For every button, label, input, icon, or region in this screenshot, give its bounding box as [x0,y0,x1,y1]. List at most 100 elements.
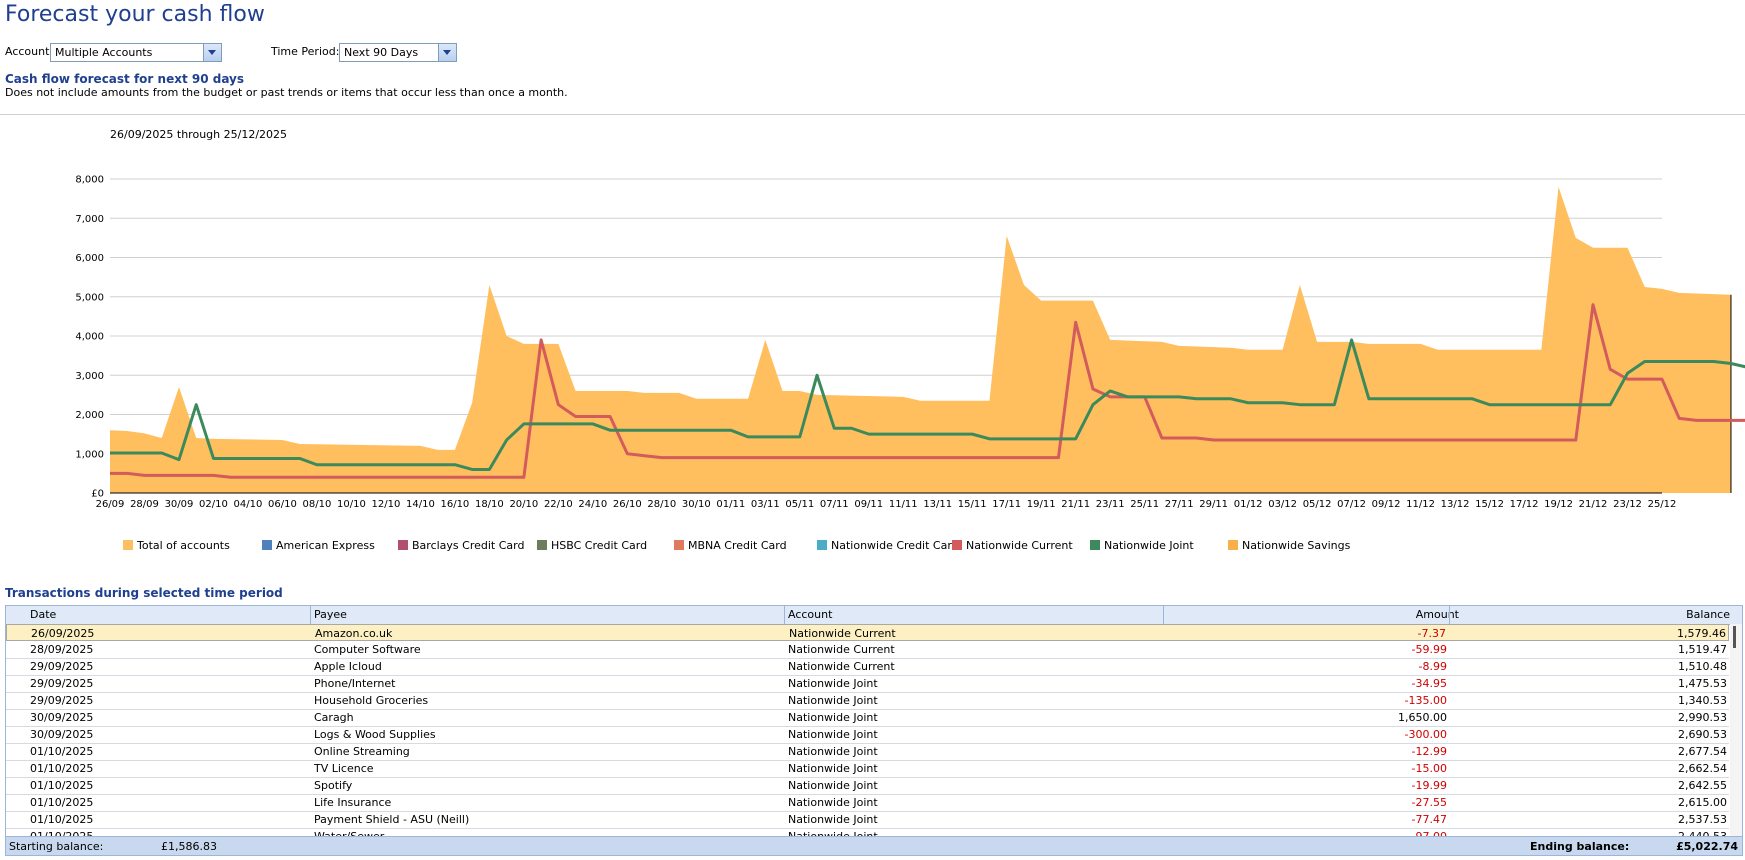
column-divider [784,606,785,624]
x-tick-label: 01/11 [716,499,745,510]
cell-payee: Online Streaming [314,745,410,758]
cell-date: 26/09/2025 [31,627,95,640]
x-tick-label: 20/10 [509,499,538,510]
legend-swatch [952,540,962,550]
cell-balance: 2,537.53 [1678,813,1727,826]
column-header-balance[interactable]: Balance [1686,608,1730,621]
cell-account: Nationwide Joint [788,694,878,707]
column-header-date[interactable]: Date [30,608,56,621]
cell-account: Nationwide Current [788,643,895,656]
cell-amount: 1,650.00 [1398,711,1447,724]
cell-amount: -15.00 [1411,762,1447,775]
x-tick-label: 30/10 [682,499,711,510]
cell-balance: 2,615.00 [1678,796,1727,809]
x-tick-label: 21/11 [1061,499,1090,510]
account-dropdown-value: Multiple Accounts [55,46,153,59]
cell-payee: Household Groceries [314,694,429,707]
legend-label: Nationwide Credit Card [831,539,959,552]
table-row[interactable]: 30/09/2025 Logs & Wood Supplies Nationwide… [6,726,1729,744]
x-tick-label: 09/11 [854,499,883,510]
cell-amount: -27.55 [1411,796,1447,809]
table-row[interactable]: 26/09/2025 Amazon.co.uk Nationwide Current… [6,624,1729,641]
legend-swatch [123,540,133,550]
x-tick-label: 26/10 [613,499,642,510]
cell-payee: Caragh [314,711,354,724]
column-header-amount[interactable]: Amount [1416,608,1459,621]
y-tick-label: 1,000 [75,449,104,460]
cell-account: Nationwide Joint [788,796,878,809]
column-divider [310,606,311,624]
x-tick-label: 22/10 [544,499,573,510]
x-tick-label: 21/12 [1579,499,1608,510]
transactions-table: Date Payee Account Amount Balance 26/09/… [5,605,1743,837]
x-tick-label: 23/11 [1096,499,1125,510]
transactions-title: Transactions during selected time period [5,586,283,600]
starting-balance-label: Starting balance: [9,840,104,853]
column-header-account[interactable]: Account [788,608,832,621]
cell-amount: -8.99 [1418,660,1447,673]
table-row[interactable]: 28/09/2025 Computer Software Nationwide Cu… [6,641,1729,659]
legend-swatch [262,540,272,550]
cell-account: Nationwide Joint [788,813,878,826]
table-row[interactable]: 29/09/2025 Phone/Internet Nationwide Joint… [6,675,1729,693]
table-row[interactable]: 30/09/2025 Caragh Nationwide Joint 1,650.00… [6,709,1729,727]
forecast-summary-note: Does not include amounts from the budget… [5,86,568,99]
time-period-dropdown-button[interactable] [438,44,456,61]
cell-balance: 1,579.46 [1677,627,1726,640]
cell-balance: 2,990.53 [1678,711,1727,724]
legend-label: Nationwide Current [966,539,1073,552]
x-tick-label: 13/11 [923,499,952,510]
starting-balance-value: £1,586.83 [161,840,217,853]
legend-swatch [817,540,827,550]
column-header-payee[interactable]: Payee [314,608,347,621]
cell-date: 01/10/2025 [30,813,94,826]
cell-amount: -135.00 [1404,694,1447,707]
x-tick-label: 07/11 [820,499,849,510]
cell-date: 29/09/2025 [30,694,94,707]
chart-subtitle: 26/09/2025 through 25/12/2025 [110,130,287,141]
y-tick-label: 6,000 [75,253,104,264]
time-period-dropdown[interactable]: Next 90 Days [339,43,457,62]
x-tick-label: 17/12 [1510,499,1539,510]
cell-account: Nationwide Joint [788,745,878,758]
legend-label: Total of accounts [136,539,230,552]
account-dropdown-button[interactable] [203,44,221,61]
time-period-dropdown-value: Next 90 Days [344,46,419,59]
ending-balance-label: Ending balance: [1530,840,1630,853]
cell-account: Nationwide Joint [788,779,878,792]
x-tick-label: 25/11 [1130,499,1159,510]
cell-balance: 1,475.53 [1678,677,1727,690]
cell-amount: -7.37 [1417,627,1446,640]
table-header: Date Payee Account Amount Balance [6,606,1742,625]
y-tick-label: 8,000 [75,175,104,186]
table-row[interactable]: 29/09/2025 Apple Icloud Nationwide Current… [6,658,1729,676]
forecast-summary-title: Cash flow forecast for next 90 days [5,72,245,86]
table-row[interactable]: 01/10/2025 Spotify Nationwide Joint -19.99 2… [6,777,1729,795]
x-tick-label: 29/11 [1199,499,1228,510]
table-row[interactable]: 01/10/2025 Life Insurance Nationwide Joint… [6,794,1729,812]
table-row[interactable]: 01/10/2025 Payment Shield - ASU (Neill) Na… [6,811,1729,829]
cell-amount: -59.99 [1411,643,1447,656]
legend-swatch [1228,540,1238,550]
x-tick-label: 04/10 [234,499,263,510]
x-tick-label: 06/10 [268,499,297,510]
cell-payee: Phone/Internet [314,677,396,690]
x-tick-label: 10/10 [337,499,366,510]
cell-amount: -34.95 [1411,677,1447,690]
y-tick-label: 3,000 [75,371,104,382]
balance-footer: Starting balance: £1,586.83 Ending balan… [5,836,1743,856]
table-row[interactable]: 01/10/2025 TV Licence Nationwide Joint -15.… [6,760,1729,778]
x-tick-label: 24/10 [578,499,607,510]
vertical-scrollbar[interactable] [1730,624,1742,836]
account-dropdown[interactable]: Multiple Accounts [50,43,222,62]
table-row[interactable]: 01/10/2025 Online Streaming Nationwide Joi… [6,743,1729,761]
cell-balance: 2,642.55 [1678,779,1727,792]
table-row[interactable]: 29/09/2025 Household Groceries Nationwide … [6,692,1729,710]
cell-date: 01/10/2025 [30,762,94,775]
ending-balance-value: £5,022.74 [1676,840,1738,853]
chevron-down-icon [443,50,451,55]
cell-payee: Computer Software [314,643,421,656]
cell-payee: Payment Shield - ASU (Neill) [314,813,470,826]
scrollbar-thumb[interactable] [1733,626,1736,648]
cell-amount: -12.99 [1411,745,1447,758]
